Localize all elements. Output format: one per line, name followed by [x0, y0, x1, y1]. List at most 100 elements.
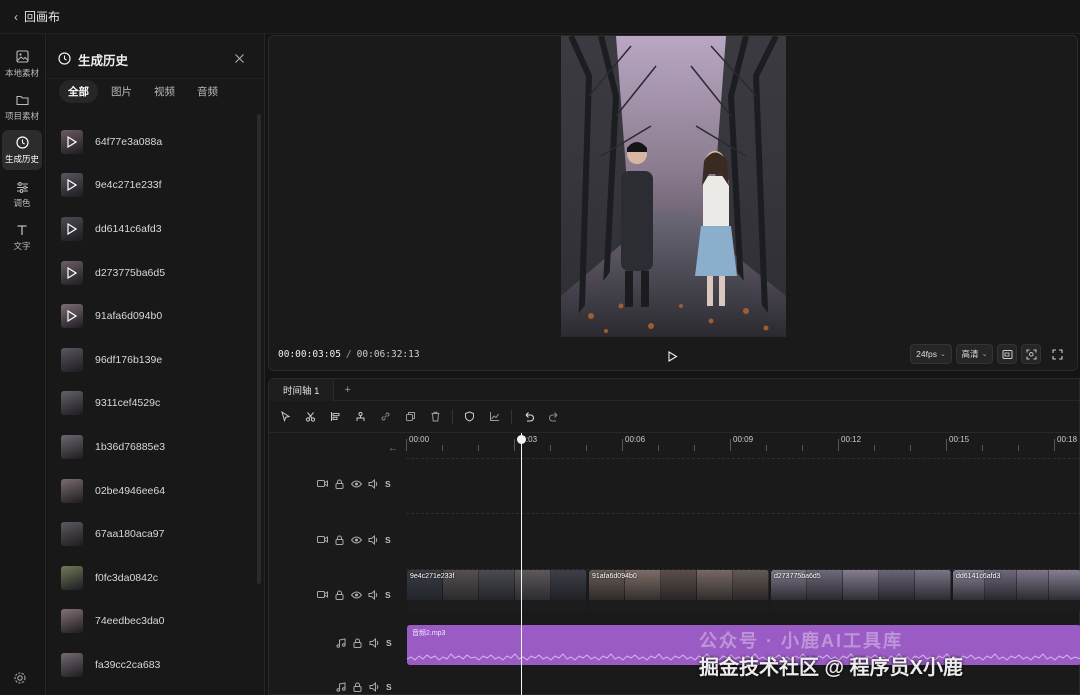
close-icon[interactable] — [234, 51, 246, 63]
track-controls: S — [335, 637, 392, 648]
history-panel: 生成历史 全部 图片 视频 音频 64f77e3a088a 9e4c271e233… — [47, 34, 265, 695]
solo-toggle[interactable]: S — [385, 479, 391, 489]
quality-label: 高清 — [961, 349, 979, 359]
clip-label: 9e4c271e233f — [410, 573, 455, 580]
speaker-icon[interactable] — [368, 589, 379, 600]
lock-icon[interactable] — [352, 681, 363, 692]
history-item[interactable]: f0fc3da0842c — [61, 556, 251, 600]
speaker-icon[interactable] — [368, 478, 379, 489]
play-icon — [67, 310, 77, 323]
add-timeline-button[interactable]: + — [344, 384, 350, 396]
tab-images[interactable]: 图片 — [102, 80, 141, 103]
video-track-2[interactable] — [406, 513, 1080, 569]
camera-icon[interactable] — [317, 534, 328, 545]
undo-icon[interactable] — [520, 408, 537, 425]
video-clip[interactable]: d273775ba6d5 — [771, 570, 951, 612]
back-to-canvas-button[interactable]: ‹ 回画布 — [14, 8, 60, 25]
history-item[interactable]: 96df176b139e — [61, 338, 251, 382]
playhead-handle[interactable] — [517, 435, 526, 444]
rail-item-history[interactable]: 生成历史 — [2, 130, 42, 170]
copy-icon[interactable] — [402, 408, 419, 425]
lock-icon[interactable] — [334, 589, 345, 600]
speaker-icon[interactable] — [369, 637, 380, 648]
history-item-label: 67aa180aca97 — [95, 528, 165, 541]
audio-clip[interactable]: 音频2.mp3 — [407, 625, 1080, 665]
lock-icon[interactable] — [352, 637, 363, 648]
rail-item-project-assets[interactable]: 项目素材 — [2, 87, 42, 127]
total-time: 00:06:32:13 — [356, 349, 420, 360]
speaker-icon[interactable] — [368, 534, 379, 545]
lock-icon[interactable] — [334, 478, 345, 489]
music-note-icon[interactable] — [335, 637, 346, 648]
arrow-left-icon[interactable]: ← — [388, 443, 398, 454]
eye-icon[interactable] — [351, 589, 362, 600]
eye-icon[interactable] — [351, 478, 362, 489]
history-item[interactable]: 67aa180aca97 — [61, 512, 251, 556]
rail-item-text[interactable]: 文字 — [2, 217, 42, 257]
history-item-label: dd6141c6afd3 — [95, 222, 162, 235]
redo-icon[interactable] — [545, 408, 562, 425]
solo-toggle[interactable]: S — [385, 590, 391, 600]
history-item[interactable]: 9311cef4529c — [61, 382, 251, 426]
preview-panel: 00:00:03:05 / 00:06:32:13 24fps ⌄ 高清 ⌄ — [268, 35, 1078, 371]
panel-scrollbar[interactable] — [257, 114, 261, 584]
tab-videos[interactable]: 视频 — [145, 80, 184, 103]
history-item[interactable]: 74eedbec3da0 — [61, 600, 251, 644]
fullscreen-button[interactable] — [1047, 344, 1067, 364]
video-clip[interactable]: dd6141c6afd3 — [953, 570, 1080, 612]
tab-all[interactable]: 全部 — [59, 80, 98, 103]
solo-toggle[interactable]: S — [386, 682, 392, 692]
ruler-label: 00:06 — [625, 435, 646, 444]
shield-icon[interactable] — [461, 408, 478, 425]
tab-timeline-1[interactable]: 时间轴 1 — [269, 378, 335, 401]
aspect-ratio-icon — [1002, 349, 1012, 359]
aspect-ratio-button[interactable] — [997, 344, 1017, 364]
ruler-major-tick — [838, 439, 839, 451]
rail-item-local-assets[interactable]: 本地素材 — [2, 44, 42, 84]
history-item[interactable]: 1b36d76885e3 — [61, 425, 251, 469]
ruler-minor-tick — [478, 445, 479, 451]
play-button[interactable] — [667, 349, 678, 362]
ruler-major-tick — [1054, 439, 1055, 451]
align-left-icon[interactable] — [327, 408, 344, 425]
audio-clip-label: 音频2.mp3 — [412, 630, 446, 637]
fps-select[interactable]: 24fps ⌄ — [910, 344, 952, 364]
history-item[interactable]: dd6141c6afd3 — [61, 207, 251, 251]
rail-item-color[interactable]: 调色 — [2, 174, 42, 214]
ruler-minor-tick — [802, 445, 803, 451]
audio-split-icon[interactable] — [352, 408, 369, 425]
video-clip[interactable]: 9e4c271e233f — [407, 570, 587, 612]
video-frame[interactable] — [561, 36, 786, 337]
video-track-1[interactable] — [406, 458, 1080, 513]
tab-audio[interactable]: 音频 — [188, 80, 227, 103]
speaker-icon[interactable] — [369, 681, 380, 692]
select-cursor-icon[interactable] — [277, 408, 294, 425]
toolbar-divider — [511, 409, 512, 424]
zoom-fit-button[interactable] — [1021, 344, 1041, 364]
solo-toggle[interactable]: S — [386, 638, 392, 648]
solo-toggle[interactable]: S — [385, 535, 391, 545]
history-item[interactable]: 91afa6d094b0 — [61, 294, 251, 338]
gear-icon[interactable] — [13, 671, 29, 687]
playhead[interactable] — [517, 433, 526, 695]
history-item[interactable]: d273775ba6d5 — [61, 251, 251, 295]
time-ruler[interactable]: 00:00 00:03 00:06 00:09 00:12 00:15 00:18 — [406, 433, 1080, 451]
history-item[interactable]: 64f77e3a088a — [61, 120, 251, 164]
clip-label: dd6141c6afd3 — [956, 573, 1001, 580]
link-icon[interactable] — [377, 408, 394, 425]
eye-icon[interactable] — [351, 534, 362, 545]
music-note-icon[interactable] — [335, 681, 346, 692]
scissors-icon[interactable] — [302, 408, 319, 425]
delete-icon[interactable] — [427, 408, 444, 425]
camera-icon[interactable] — [317, 589, 328, 600]
chart-icon[interactable] — [486, 408, 503, 425]
quality-select[interactable]: 高清 ⌄ — [956, 344, 993, 364]
ruler-minor-tick — [694, 445, 695, 451]
history-item[interactable]: fa39cc2ca683 — [61, 643, 251, 687]
history-item[interactable]: 9e4c271e233f — [61, 164, 251, 208]
video-clip[interactable]: 91afa6d094b0 — [589, 570, 769, 612]
play-icon — [67, 179, 77, 192]
history-item[interactable]: 02be4946ee64 — [61, 469, 251, 513]
lock-icon[interactable] — [334, 534, 345, 545]
camera-icon[interactable] — [317, 478, 328, 489]
